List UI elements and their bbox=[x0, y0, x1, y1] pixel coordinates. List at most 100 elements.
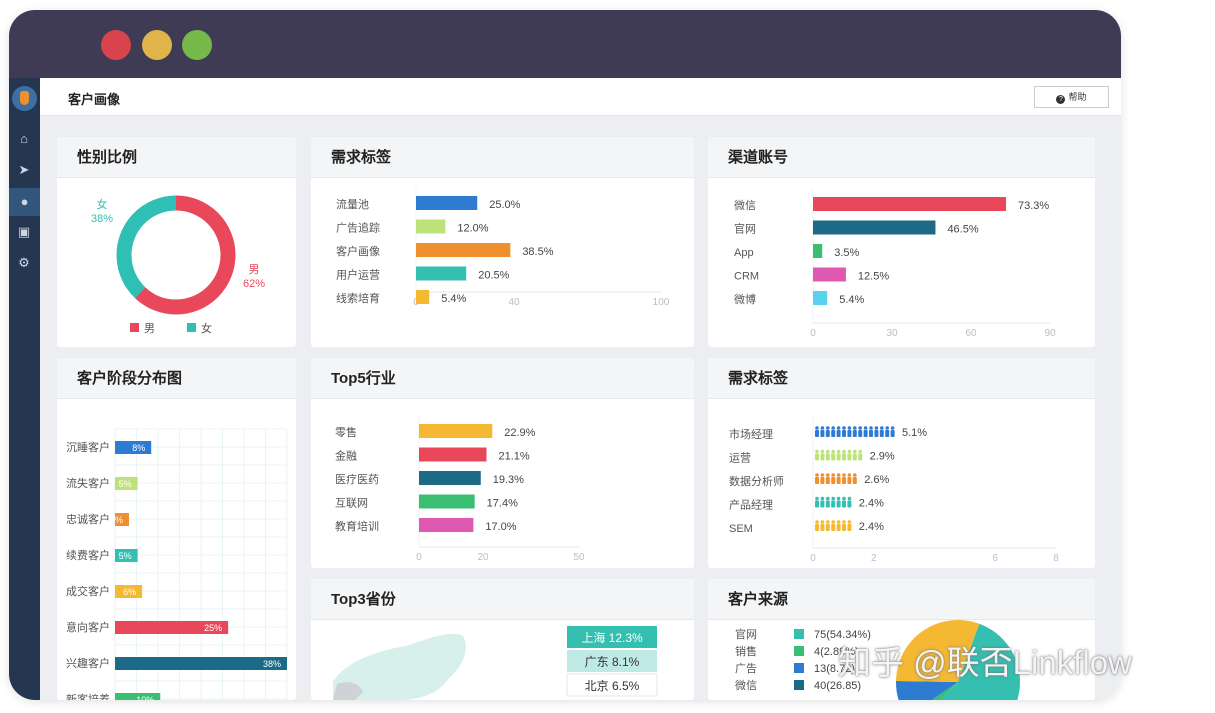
person-icon-head bbox=[842, 449, 846, 454]
bar bbox=[416, 219, 446, 234]
bar bbox=[416, 266, 467, 281]
category-label: CRM bbox=[734, 271, 759, 283]
person-icon-body bbox=[831, 430, 836, 437]
x-tick-label: 0 bbox=[810, 553, 816, 564]
value-label: 5.4% bbox=[839, 294, 864, 306]
person-icon-body bbox=[842, 430, 846, 437]
stages-title: 客户阶段分布图 bbox=[57, 358, 296, 399]
sources-title: 客户来源 bbox=[708, 579, 1095, 620]
person-icon-body bbox=[836, 477, 841, 484]
person-icon-head bbox=[836, 449, 841, 454]
person-icon-body bbox=[847, 524, 852, 531]
person-icon-head bbox=[826, 473, 830, 477]
person-icon-body bbox=[836, 524, 841, 531]
person-icon-body bbox=[847, 477, 852, 484]
person-icon-head bbox=[831, 449, 835, 454]
person-icon-head bbox=[815, 520, 819, 524]
bar bbox=[419, 518, 474, 532]
person-icon-body bbox=[858, 453, 863, 461]
maximize-button[interactable] bbox=[182, 30, 212, 60]
logo-icon bbox=[12, 86, 37, 111]
person-icon-head bbox=[831, 520, 835, 524]
x-tick-label: 6 bbox=[992, 553, 998, 564]
bar bbox=[416, 243, 511, 257]
person-icon-head bbox=[847, 496, 852, 501]
bar bbox=[813, 220, 936, 235]
app-window: ⌂ ➤ ● ▣ ⚙ 客户画像 ? 帮助 性别比例 女 38% 男 62% 男 女 … bbox=[9, 10, 1121, 700]
x-tick-label: 60 bbox=[965, 328, 977, 339]
person-icon-head bbox=[836, 520, 841, 524]
industry-title: Top5行业 bbox=[311, 358, 694, 399]
bar bbox=[419, 471, 481, 485]
demand-tags-title: 需求标签 bbox=[311, 137, 694, 178]
roles-card: 需求标签 0 2 6 8 市场经理 5.1% 运营 2.9% 数据分析师 2.6% 产品经理 2.4%… bbox=[708, 358, 1095, 568]
channels-title: 渠道账号 bbox=[708, 137, 1095, 178]
value-label: 22.9% bbox=[504, 427, 535, 439]
person-icon-body bbox=[847, 430, 852, 437]
bar bbox=[419, 447, 487, 462]
category-label: SEM bbox=[729, 523, 753, 535]
person-icon-head bbox=[842, 520, 846, 524]
category-label: 市场经理 bbox=[729, 427, 773, 441]
person-icon-body bbox=[852, 453, 857, 461]
value-label: 6% bbox=[123, 587, 136, 597]
category-label: 官网 bbox=[734, 222, 756, 236]
person-icon-body bbox=[831, 500, 836, 508]
person-icon-body bbox=[825, 500, 830, 508]
person-icon-body bbox=[820, 430, 825, 437]
roles-title: 需求标签 bbox=[708, 358, 1095, 399]
x-tick-label: 2 bbox=[871, 553, 877, 564]
person-icon-body bbox=[825, 524, 830, 531]
gender-donut-chart: 女 38% 男 62% 男 女 bbox=[91, 195, 265, 335]
person-icon-head bbox=[820, 426, 825, 430]
close-button[interactable] bbox=[101, 30, 131, 60]
person-icon-body bbox=[847, 500, 852, 508]
person-icon-body bbox=[842, 477, 846, 484]
x-tick-label: 0 bbox=[416, 552, 422, 563]
category-label: 流量池 bbox=[336, 197, 369, 211]
person-icon-head bbox=[863, 426, 868, 430]
person-icon-body bbox=[858, 430, 863, 437]
category-label: 教育培训 bbox=[335, 519, 379, 533]
legend-label-male: 男 bbox=[144, 323, 155, 335]
send-icon[interactable]: ➤ bbox=[15, 161, 33, 179]
person-icon-body bbox=[842, 500, 846, 508]
gear-icon[interactable]: ⚙ bbox=[15, 254, 33, 272]
person-icon-head bbox=[815, 449, 819, 454]
minimize-button[interactable] bbox=[142, 30, 172, 60]
category-label: 续费客户 bbox=[66, 548, 110, 562]
province-label: 上海 12.3% bbox=[581, 630, 643, 645]
source-swatch bbox=[794, 646, 804, 656]
bar bbox=[813, 291, 828, 305]
person-icon-head bbox=[815, 473, 819, 477]
stages-card: 客户阶段分布图 沉睡客户 8% 流失客户 5% 忠诚客户 3% 续费客户 5% 成交客户 6% 意向… bbox=[57, 358, 296, 700]
bar-chart-icon[interactable]: ▣ bbox=[15, 223, 33, 241]
category-label: 用户运营 bbox=[336, 268, 380, 282]
user-icon[interactable]: ● bbox=[9, 188, 40, 216]
bar bbox=[813, 267, 846, 282]
value-label: 10% bbox=[136, 695, 154, 700]
category-label: 金融 bbox=[335, 449, 357, 463]
person-icon-body bbox=[831, 477, 836, 484]
person-icon-body bbox=[874, 430, 879, 437]
person-icon-head bbox=[858, 449, 862, 454]
help-icon: ? bbox=[1056, 95, 1066, 104]
province-label: 北京 6.5% bbox=[585, 679, 640, 693]
provinces-title: Top3省份 bbox=[311, 579, 694, 620]
person-icon-head bbox=[858, 426, 862, 430]
person-icon-head bbox=[836, 496, 841, 501]
source-swatch bbox=[794, 629, 804, 639]
help-button[interactable]: ? 帮助 bbox=[1034, 86, 1109, 108]
category-label: 广告追踪 bbox=[336, 221, 380, 235]
category-label: 微信 bbox=[734, 198, 756, 212]
person-icon-head bbox=[826, 520, 830, 524]
home-icon[interactable]: ⌂ bbox=[15, 130, 33, 148]
gender-title: 性别比例 bbox=[57, 137, 296, 178]
gender-card: 性别比例 女 38% 男 62% 男 女 bbox=[57, 137, 296, 347]
value-label: 73.3% bbox=[1018, 200, 1049, 212]
category-label: App bbox=[734, 247, 754, 259]
value-label: 12.0% bbox=[457, 223, 488, 235]
person-icon-body bbox=[890, 430, 895, 437]
person-icon-body bbox=[885, 430, 890, 437]
category-label: 互联网 bbox=[335, 497, 368, 510]
